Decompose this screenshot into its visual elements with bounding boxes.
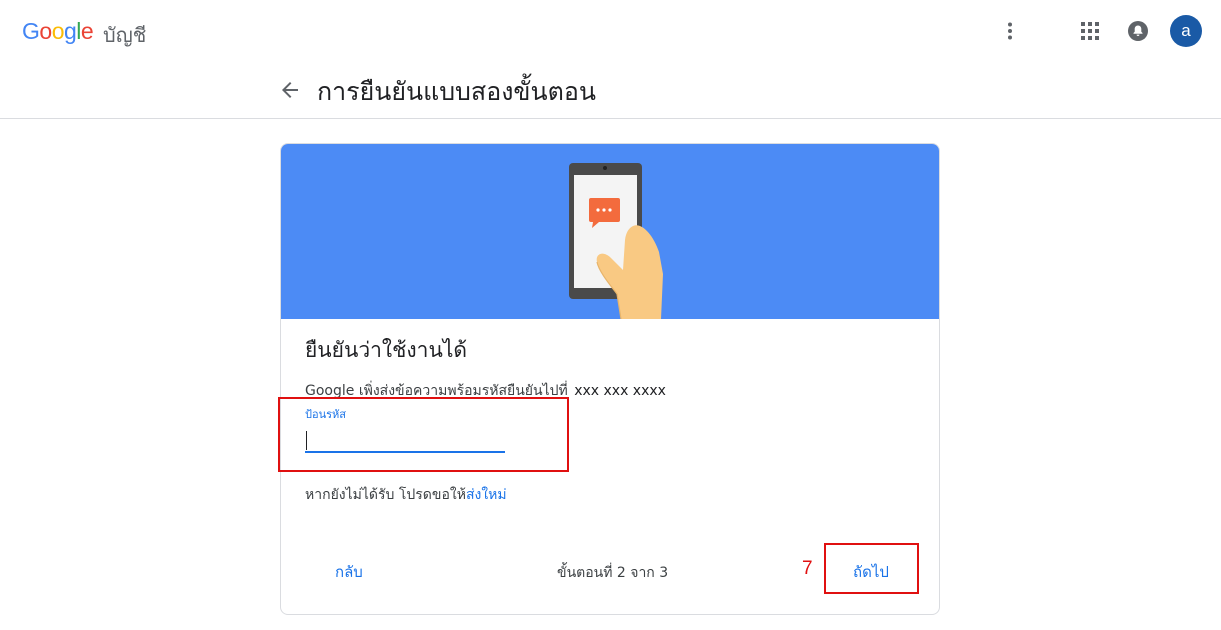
account-label: บัญชี (103, 23, 147, 47)
card-heading: ยืนยันว่าใช้งานได้ (305, 338, 468, 362)
phone-banner (281, 144, 939, 320)
resend-line: หากยังไม่ได้รับ โปรดขอให้ส่งใหม่ (305, 484, 507, 506)
highlight-next-button (824, 543, 919, 594)
back-button[interactable]: กลับ (321, 556, 377, 588)
notification-bell-icon[interactable] (1122, 15, 1154, 47)
phone-number: xxx xxx xxxx (574, 383, 666, 399)
resend-link[interactable]: ส่งใหม่ (466, 487, 507, 503)
phone-in-hand-illustration (569, 163, 663, 320)
google-logo[interactable]: Google (22, 18, 94, 45)
title-bar: การยืนยันแบบสองขั้นตอน (0, 62, 1221, 119)
back-arrow-icon[interactable] (278, 78, 302, 102)
apps-grid-icon[interactable] (1074, 15, 1106, 47)
annotation-step-number: 7 (802, 558, 813, 579)
step-indicator: ขั้นตอนที่ 2 จาก 3 (557, 565, 669, 581)
resend-prompt: หากยังไม่ได้รับ โปรดขอให้ (305, 487, 466, 503)
account-avatar[interactable]: a (1170, 15, 1202, 47)
top-header: Google บัญชี a (0, 0, 1221, 62)
more-vert-icon[interactable] (994, 15, 1026, 47)
page-title: การยืนยันแบบสองขั้นตอน (317, 77, 596, 106)
highlight-code-input (278, 397, 569, 472)
